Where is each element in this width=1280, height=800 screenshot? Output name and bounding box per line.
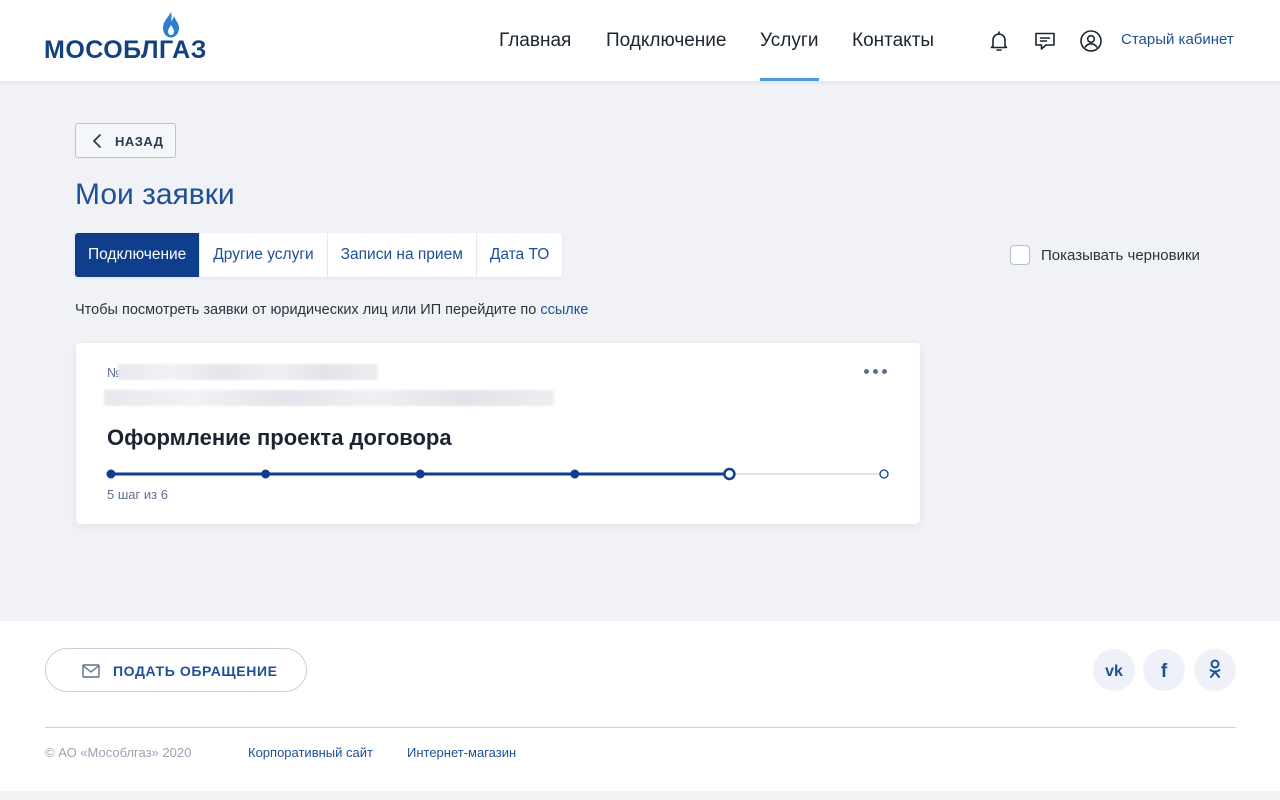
- show-drafts-label: Показывать черновики: [1041, 247, 1200, 264]
- progress-step-2: [261, 469, 271, 479]
- nav-services[interactable]: Услуги: [760, 30, 818, 52]
- tab-connection[interactable]: Подключение: [75, 233, 201, 277]
- progress-step-4: [570, 469, 580, 479]
- notice-text: Чтобы посмотреть заявки от юридических л…: [75, 302, 541, 318]
- site-header: МОСОБЛГАЗ Главная Подключение Услуги Кон…: [0, 0, 1280, 81]
- facebook-glyph: f: [1161, 661, 1168, 682]
- steps-label: 5 шаг из 6: [107, 487, 168, 502]
- online-store-link[interactable]: Интернет-магазин: [407, 745, 516, 760]
- more-options-icon[interactable]: [864, 365, 892, 377]
- user-icon[interactable]: [1079, 29, 1103, 53]
- bottom-strip: [0, 791, 1280, 800]
- request-address-redacted: [104, 390, 554, 406]
- nav-connection[interactable]: Подключение: [606, 30, 726, 52]
- request-tabs: Подключение Другие услуги Записи на прие…: [75, 233, 563, 277]
- tab-other-services[interactable]: Другие услуги: [200, 233, 328, 277]
- chat-icon[interactable]: [1033, 29, 1057, 53]
- logo-text: МОСОБЛГАЗ: [44, 36, 207, 64]
- facebook-icon[interactable]: f: [1143, 649, 1185, 691]
- submit-appeal-button[interactable]: ПОДАТЬ ОБРАЩЕНИЕ: [45, 648, 307, 692]
- footer-divider: [45, 727, 1236, 728]
- svg-text:vk: vk: [1105, 663, 1123, 680]
- nav-contacts[interactable]: Контакты: [852, 30, 934, 52]
- show-drafts-checkbox[interactable]: [1010, 245, 1030, 265]
- flame-icon: [163, 12, 179, 38]
- mosoblgaz-logo[interactable]: МОСОБЛГАЗ: [44, 12, 206, 64]
- back-button-label: НАЗАД: [115, 134, 164, 149]
- old-cabinet-link[interactable]: Старый кабинет: [1121, 31, 1234, 48]
- corporate-site-link[interactable]: Корпоративный сайт: [248, 745, 373, 760]
- odnoklassniki-icon[interactable]: [1194, 649, 1236, 691]
- nav-home[interactable]: Главная: [499, 30, 571, 52]
- vk-glyph: vk: [1105, 663, 1123, 680]
- progress-step-6: [879, 469, 889, 479]
- notice-link[interactable]: ссылке: [540, 302, 588, 318]
- tab-maintenance-date[interactable]: Дата ТО: [477, 233, 562, 277]
- nav-active-indicator: [760, 78, 819, 81]
- request-number-redacted: [118, 364, 378, 380]
- progress-track: [106, 467, 889, 481]
- copyright: © АО «Мособлгаз» 2020: [45, 745, 192, 760]
- request-card[interactable]: № Оформление проекта договора 5 шаг из 6: [76, 343, 920, 524]
- progress-step-1: [106, 469, 116, 479]
- back-button[interactable]: НАЗАД: [75, 123, 176, 158]
- site-footer: ПОДАТЬ ОБРАЩЕНИЕ vk f © АО «Мособлгаз» 2…: [0, 621, 1280, 791]
- bell-icon[interactable]: [987, 29, 1011, 53]
- chevron-left-icon: [93, 134, 101, 148]
- vk-icon[interactable]: vk: [1093, 649, 1135, 691]
- tab-appointments[interactable]: Записи на прием: [328, 233, 477, 277]
- progress-step-3: [415, 469, 425, 479]
- mail-icon: [82, 664, 100, 678]
- progress-step-5: [723, 467, 736, 481]
- request-status: Оформление проекта договора: [107, 425, 452, 450]
- page-title: Мои заявки: [75, 178, 235, 211]
- odnoklassniki-glyph: [1209, 659, 1221, 678]
- legal-entities-notice: Чтобы посмотреть заявки от юридических л…: [75, 302, 588, 318]
- submit-appeal-label: ПОДАТЬ ОБРАЩЕНИЕ: [113, 663, 278, 679]
- svg-text:f: f: [1161, 661, 1168, 682]
